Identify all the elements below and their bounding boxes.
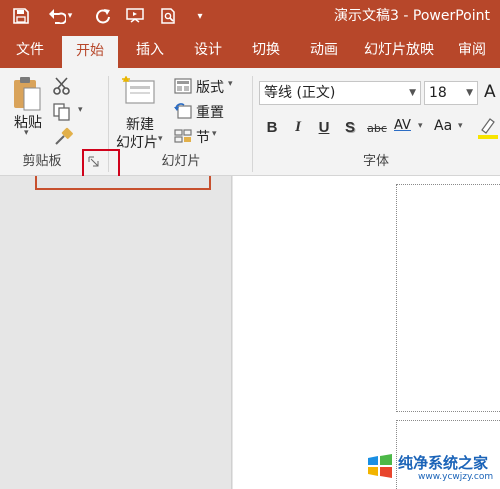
save-icon xyxy=(13,8,29,24)
chevron-down-icon: ▼ xyxy=(466,88,473,98)
slide-thumbnail-pane[interactable] xyxy=(0,176,232,489)
underline-button[interactable]: U xyxy=(316,119,332,136)
font-group-label: 字体 xyxy=(362,154,389,169)
chevron-down-icon: ▾ xyxy=(228,79,233,89)
reset-button[interactable]: 重置 xyxy=(174,101,240,123)
font-name-dropdown[interactable]: 等线 (正文) ▼ xyxy=(259,81,421,105)
format-painter-icon xyxy=(55,127,73,145)
tab-design[interactable]: 设计 xyxy=(182,32,234,68)
tab-file[interactable]: 文件 xyxy=(6,32,54,68)
cut-button[interactable] xyxy=(52,76,76,98)
clipboard-group-label: 剪贴板 xyxy=(22,154,62,169)
undo-dropdown[interactable]: ▾ xyxy=(62,0,78,32)
slide-thumbnail-selected[interactable] xyxy=(35,176,211,190)
copy-icon xyxy=(53,103,70,121)
chevron-down-icon: ▾ xyxy=(78,105,83,115)
font-name-value: 等线 (正文) xyxy=(264,85,336,101)
text-shadow-button[interactable]: S xyxy=(342,119,358,136)
slide-canvas[interactable] xyxy=(396,184,500,412)
new-slide-icon xyxy=(122,76,155,104)
change-case-label: Aa xyxy=(434,118,453,134)
slideshow-icon xyxy=(126,8,144,23)
watermark-title: 纯净系统之家 xyxy=(398,454,489,472)
layout-label: 版式 xyxy=(196,80,224,96)
section-button[interactable]: 节 ▾ xyxy=(174,126,240,148)
highlight-button[interactable] xyxy=(476,116,500,142)
chevron-down-icon: ▾ xyxy=(24,128,29,138)
print-preview-button[interactable] xyxy=(154,0,184,32)
chevron-down-icon: ▾ xyxy=(212,129,217,139)
tab-home[interactable]: 开始 xyxy=(62,36,118,68)
title-bar: ▾ ▾ 演示文稿3 - PowerPoint xyxy=(0,0,500,32)
strikethrough-button[interactable]: abc xyxy=(366,122,388,135)
ribbon: 粘贴 ▾ ▾ 剪贴板 新建 幻灯片 ▾ 版式 ▾ 重置 节 ▾ 幻灯片 等线 (… xyxy=(0,68,500,176)
section-label: 节 xyxy=(196,130,210,146)
watermark-url: www.ycwjzy.com xyxy=(418,472,494,482)
tab-slideshow[interactable]: 幻灯片放映 xyxy=(354,32,444,68)
tab-transitions[interactable]: 切换 xyxy=(240,32,292,68)
save-button[interactable] xyxy=(6,0,36,32)
chevron-down-icon: ▼ xyxy=(409,88,416,98)
reset-icon xyxy=(174,103,192,119)
window-title: 演示文稿3 - PowerPoint xyxy=(334,8,490,24)
chevron-down-icon: ▾ xyxy=(197,10,203,22)
new-slide-label-line1: 新建 xyxy=(126,117,154,133)
font-size-value: 18 xyxy=(429,85,447,101)
tab-insert[interactable]: 插入 xyxy=(124,32,176,68)
layout-button[interactable]: 版式 ▾ xyxy=(174,76,240,98)
redo-icon xyxy=(96,9,110,24)
ribbon-tabs: 文件 开始 插入 设计 切换 动画 幻灯片放映 审阅 xyxy=(0,32,500,68)
format-painter-button[interactable] xyxy=(52,126,76,148)
grow-font-label: A xyxy=(484,82,496,102)
character-spacing-button[interactable]: AV ▾ xyxy=(392,118,428,142)
paste-button[interactable]: 粘贴 ▾ xyxy=(8,74,46,146)
layout-icon xyxy=(174,78,192,94)
section-icon xyxy=(174,129,192,143)
paste-icon xyxy=(14,77,41,111)
reset-label: 重置 xyxy=(196,105,224,121)
slides-group-label: 幻灯片 xyxy=(161,154,201,169)
chevron-down-icon: ▾ xyxy=(418,121,423,131)
copy-button[interactable]: ▾ xyxy=(52,102,92,124)
redo-button[interactable] xyxy=(88,0,118,32)
font-size-dropdown[interactable]: 18 ▼ xyxy=(424,81,478,105)
highlighter-icon xyxy=(478,118,498,139)
customize-qat-button[interactable]: ▾ xyxy=(188,0,212,32)
present-from-beginning-button[interactable] xyxy=(120,0,150,32)
bold-button[interactable]: B xyxy=(264,119,280,136)
new-slide-button[interactable]: 新建 幻灯片 ▾ xyxy=(112,74,164,152)
chevron-down-icon: ▾ xyxy=(158,134,163,144)
print-preview-icon xyxy=(161,7,175,24)
chevron-down-icon: ▾ xyxy=(67,11,73,21)
tab-animations[interactable]: 动画 xyxy=(298,32,350,68)
chevron-down-icon: ▾ xyxy=(458,121,463,131)
character-spacing-label: AV xyxy=(394,118,411,133)
new-slide-label-line2: 幻灯片 xyxy=(116,135,158,151)
windows-logo-icon xyxy=(368,454,392,478)
scissors-icon xyxy=(53,77,70,95)
change-case-button[interactable]: Aa ▾ xyxy=(432,118,468,142)
tab-review[interactable]: 审阅 xyxy=(448,32,496,68)
italic-button[interactable]: I xyxy=(290,119,306,136)
grow-font-button[interactable]: A xyxy=(482,81,500,105)
